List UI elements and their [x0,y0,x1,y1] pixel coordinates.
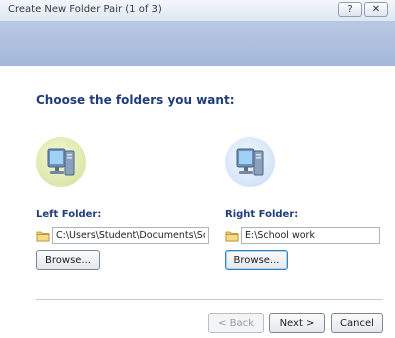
left-folder-icon [36,231,50,242]
page-heading: Choose the folders you want: [36,93,235,107]
left-folder-path-input[interactable] [52,227,209,244]
right-folder-path-input[interactable] [241,227,380,244]
left-browse-button[interactable]: Browse... [36,250,100,270]
right-browse-button[interactable]: Browse... [225,250,288,270]
next-button[interactable]: Next > [269,313,325,333]
help-icon: ? [347,4,353,15]
create-folder-pair-dialog: Create New Folder Pair (1 of 3) ? ✕ Choo… [0,0,395,338]
footer-divider [36,299,383,300]
right-folder-label: Right Folder: [225,209,299,220]
header-banner [0,22,395,66]
left-folder-label: Left Folder: [36,209,102,220]
window-title: Create New Folder Pair (1 of 3) [8,4,162,15]
close-button[interactable]: ✕ [364,2,388,17]
left-computer-icon [36,137,86,187]
help-button[interactable]: ? [338,2,362,17]
title-bar: Create New Folder Pair (1 of 3) ? ✕ [0,0,395,22]
back-button[interactable]: < Back [208,313,264,333]
right-folder-icon [225,231,239,242]
right-computer-icon [225,137,275,187]
close-icon: ✕ [371,4,381,15]
cancel-button[interactable]: Cancel [331,313,383,333]
